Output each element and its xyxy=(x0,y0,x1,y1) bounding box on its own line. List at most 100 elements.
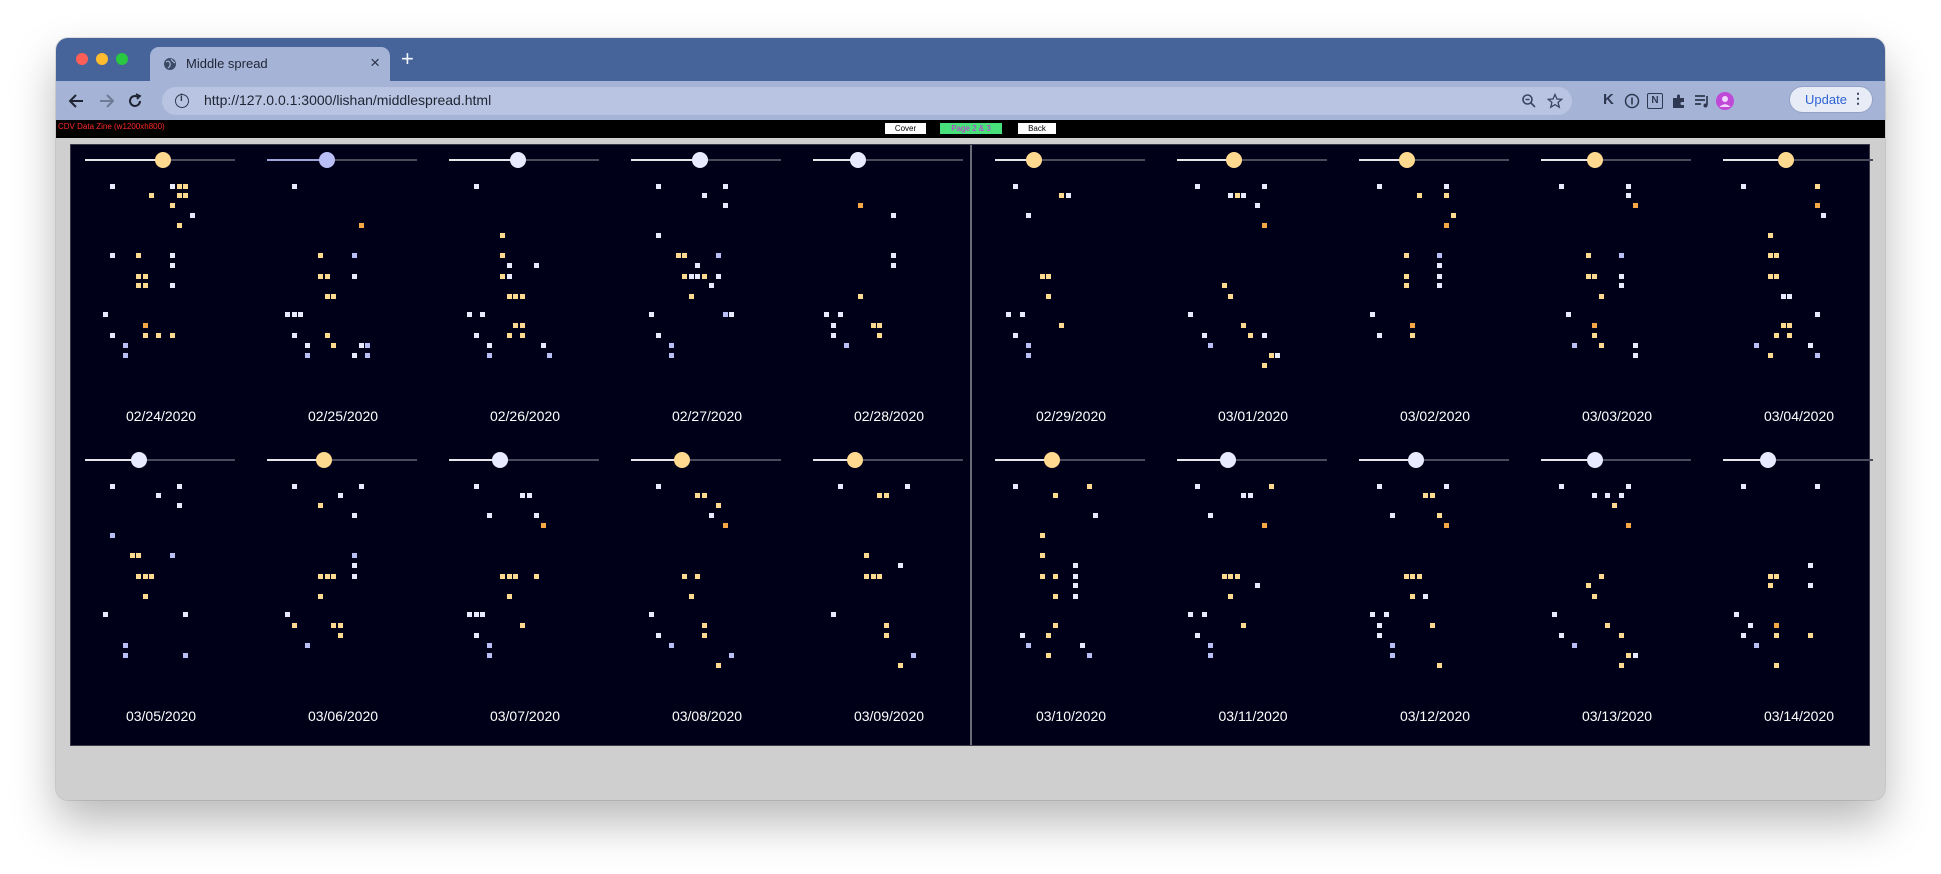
data-dot xyxy=(1404,252,1409,258)
data-dot xyxy=(487,643,492,648)
data-dot xyxy=(325,573,330,579)
day-date-label: 03/07/2020 xyxy=(489,708,561,724)
bookmark-star-icon[interactable] xyxy=(1547,93,1563,109)
data-dot xyxy=(170,262,175,268)
notion-icon[interactable]: N xyxy=(1647,93,1663,109)
data-dot xyxy=(1093,513,1098,519)
data-dot xyxy=(884,633,889,639)
data-dot xyxy=(1222,282,1227,288)
data-dot xyxy=(1208,513,1213,519)
data-dot xyxy=(729,312,734,318)
forward-arrow-icon[interactable] xyxy=(96,91,116,111)
data-dot xyxy=(331,623,336,629)
update-button[interactable]: Update ⋮ xyxy=(1789,86,1873,113)
data-dot xyxy=(318,573,323,579)
data-dot xyxy=(716,273,721,279)
data-dot xyxy=(480,312,485,318)
data-dot xyxy=(689,273,694,279)
data-dot xyxy=(1073,593,1078,599)
dot-pattern xyxy=(1163,145,1343,445)
day-panel: 02/29/2020 xyxy=(981,145,1161,445)
data-dot xyxy=(359,483,364,489)
data-dot xyxy=(325,293,330,299)
data-dot xyxy=(702,273,707,279)
data-dot xyxy=(1808,582,1813,588)
data-dot xyxy=(1633,352,1638,358)
data-dot xyxy=(858,203,863,209)
data-dot xyxy=(1437,513,1442,519)
profile-avatar-icon[interactable] xyxy=(1716,92,1734,110)
data-dot xyxy=(1774,662,1779,668)
data-dot xyxy=(1437,262,1442,268)
data-dot xyxy=(1053,493,1058,499)
data-dot xyxy=(1262,223,1267,229)
new-tab-button[interactable]: + xyxy=(401,48,414,70)
back-arrow-icon[interactable] xyxy=(67,91,87,111)
data-dot xyxy=(1404,282,1409,288)
reading-list-icon[interactable] xyxy=(1694,93,1710,109)
data-dot xyxy=(480,612,485,618)
data-dot xyxy=(143,573,148,579)
data-dot xyxy=(1626,652,1631,658)
data-dot xyxy=(1423,493,1428,499)
site-info-icon[interactable] xyxy=(175,93,189,108)
url-text[interactable]: http://127.0.0.1:3000/lishan/middlesprea… xyxy=(204,92,491,108)
data-dot xyxy=(338,493,343,499)
data-dot xyxy=(1741,633,1746,639)
data-dot xyxy=(1754,643,1759,648)
tab-middle-spread[interactable]: Middle spread × xyxy=(150,47,390,81)
dot-pattern xyxy=(71,445,251,745)
data-dot xyxy=(136,282,141,288)
dot-pattern xyxy=(1345,145,1525,445)
zoom-icon[interactable] xyxy=(1521,93,1537,109)
data-dot xyxy=(1768,582,1773,588)
data-dot xyxy=(507,333,512,339)
data-dot xyxy=(527,493,532,499)
data-dot xyxy=(292,623,297,629)
data-dot xyxy=(1774,633,1779,639)
data-dot xyxy=(729,652,734,658)
data-dot xyxy=(500,573,505,579)
reload-icon[interactable] xyxy=(125,91,145,111)
day-panel: 03/03/2020 xyxy=(1527,145,1707,445)
k-extension-icon[interactable]: K xyxy=(1603,91,1614,111)
data-dot xyxy=(1633,343,1638,348)
data-dot xyxy=(1262,362,1267,368)
close-tab-icon[interactable]: × xyxy=(370,53,380,73)
data-dot xyxy=(1768,233,1773,238)
password-extension-icon[interactable] xyxy=(1624,93,1640,109)
data-dot xyxy=(877,493,882,499)
data-dot xyxy=(1774,273,1779,279)
data-dot xyxy=(1605,623,1610,629)
day-panel: 02/27/2020 xyxy=(617,145,797,445)
dot-pattern xyxy=(981,445,1161,745)
day-panel: 03/05/2020 xyxy=(71,445,251,745)
data-dot xyxy=(905,483,910,489)
data-dot xyxy=(898,662,903,668)
data-dot xyxy=(1633,652,1638,658)
day-date-label: 03/10/2020 xyxy=(1035,708,1107,724)
data-dot xyxy=(500,233,505,238)
day-panel: 03/04/2020 xyxy=(1709,145,1885,445)
nav-pages-link[interactable]: Page 2 & 3 xyxy=(940,123,1002,134)
data-dot xyxy=(123,643,128,648)
data-dot xyxy=(1619,633,1624,639)
data-dot xyxy=(1390,513,1395,519)
data-dot xyxy=(1599,343,1604,348)
tab-title: Middle spread xyxy=(186,56,268,71)
maximize-window-button[interactable] xyxy=(116,53,128,65)
data-dot xyxy=(1808,633,1813,639)
data-dot xyxy=(884,623,889,629)
data-dot xyxy=(669,643,674,648)
data-dot xyxy=(1202,333,1207,339)
data-dot xyxy=(1417,573,1422,579)
address-bar[interactable]: http://127.0.0.1:3000/lishan/middlesprea… xyxy=(162,87,1572,115)
globe-icon xyxy=(164,58,176,70)
close-window-button[interactable] xyxy=(76,53,88,65)
nav-back-link[interactable]: Back xyxy=(1018,123,1056,134)
extensions-puzzle-icon[interactable] xyxy=(1671,93,1687,109)
menu-dots-icon[interactable]: ⋮ xyxy=(1851,90,1865,107)
minimize-window-button[interactable] xyxy=(96,53,108,65)
nav-cover-link[interactable]: Cover xyxy=(885,123,926,134)
data-dot xyxy=(1619,282,1624,288)
